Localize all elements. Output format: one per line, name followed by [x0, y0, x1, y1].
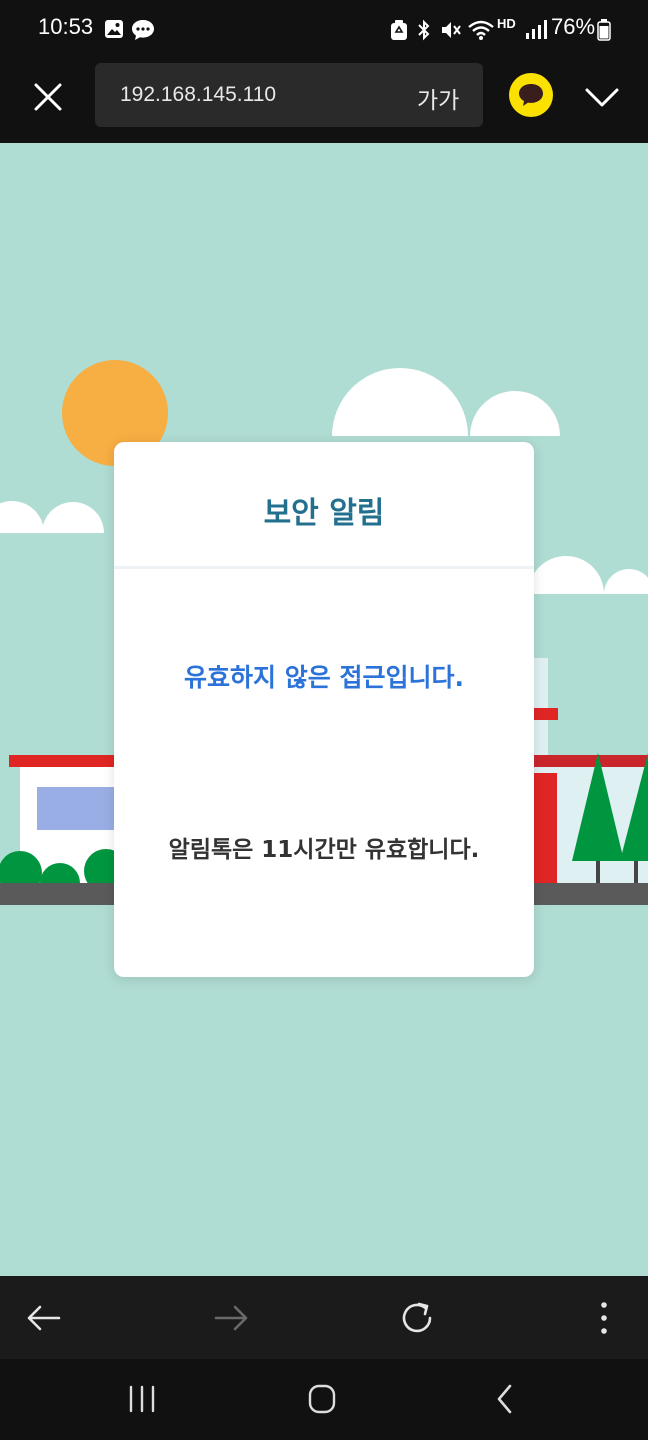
recent-apps-icon[interactable] [122, 1381, 162, 1417]
browser-bottom-bar [0, 1276, 648, 1359]
refresh-icon[interactable] [395, 1296, 439, 1340]
home-icon[interactable] [302, 1381, 342, 1417]
cloud-shape [0, 501, 44, 533]
battery-icon [597, 19, 611, 41]
mute-icon [442, 22, 461, 38]
browser-toolbar: 192.168.145.110 가가 [0, 60, 648, 143]
kakaotalk-icon[interactable] [509, 73, 553, 117]
hd-label: HD [497, 16, 516, 31]
chevron-down-icon[interactable] [582, 78, 622, 116]
cloud-shape [42, 502, 104, 533]
kakaotalk-bubble-icon [519, 84, 543, 106]
back-icon[interactable] [485, 1381, 525, 1417]
cloud-shape [604, 569, 648, 594]
bluetooth-icon [418, 19, 430, 41]
font-size-label: 가가 [417, 88, 460, 114]
invalid-access-message: 유효하지 않은 접근입니다. [184, 663, 464, 692]
tree-trunk-shape [596, 861, 600, 883]
forward-arrow-icon[interactable] [209, 1296, 253, 1340]
door-shape [530, 773, 557, 883]
window-shape [37, 787, 117, 830]
cloud-shape [470, 391, 560, 436]
validity-notice-message: 알림톡은 11시간만 유효합니다. [168, 837, 480, 863]
back-arrow-icon[interactable] [22, 1296, 66, 1340]
gallery-icon [105, 20, 123, 38]
security-alert-dialog: 보안 알림 유효하지 않은 접근입니다. 알림톡은 11시간만 유효합니다. [114, 442, 534, 977]
dialog-divider [114, 566, 534, 569]
message-icon [132, 20, 154, 40]
close-icon[interactable] [27, 76, 69, 118]
status-bar: 10:53 HD 76% [0, 0, 648, 60]
wifi-icon [468, 20, 494, 40]
roof-shape [9, 755, 129, 767]
battery-percent: 76% [551, 14, 596, 39]
address-bar[interactable]: 192.168.145.110 가가 [95, 63, 483, 127]
font-size-button[interactable]: 가가 [417, 81, 459, 115]
cloud-shape [332, 368, 468, 436]
cloud-shape [528, 556, 604, 594]
status-time: 10:53 [38, 14, 94, 39]
hd-voice-icon: HD [497, 17, 516, 30]
roof-shape [520, 755, 648, 767]
signal-icon [526, 20, 547, 39]
more-vertical-icon[interactable] [582, 1296, 626, 1340]
dialog-title: 보안 알림 [263, 496, 385, 531]
web-content: 보안 알림 유효하지 않은 접근입니다. 알림톡은 11시간만 유효합니다. [0, 143, 648, 1276]
system-nav-bar [0, 1359, 648, 1440]
url-text: 192.168.145.110 [120, 83, 277, 106]
recycle-icon [391, 20, 407, 40]
tree-trunk-shape [634, 861, 638, 883]
